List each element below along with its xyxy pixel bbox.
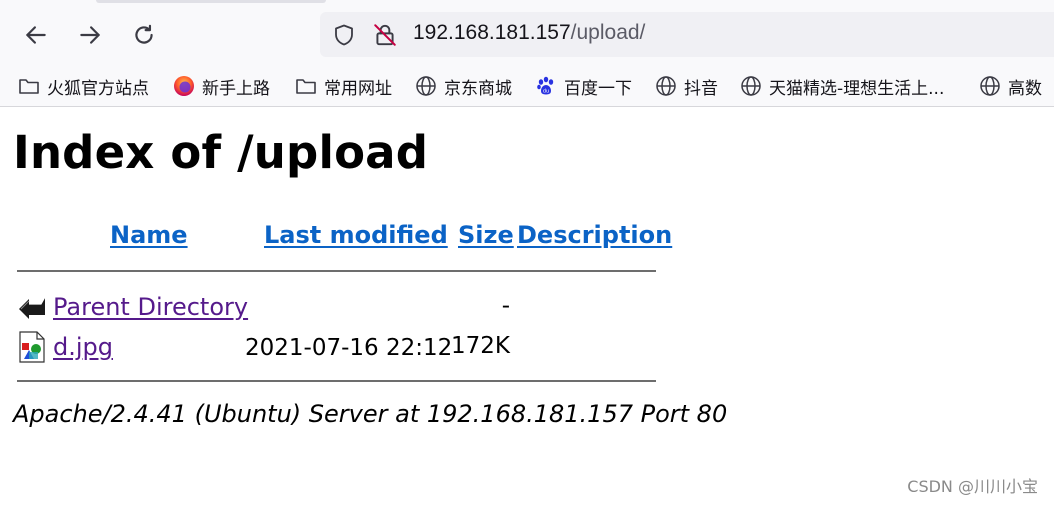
bookmark-tmall[interactable]: 天猫精选-理想生活上... xyxy=(740,72,944,100)
globe-icon xyxy=(979,75,1001,97)
baidu-paw-icon: du xyxy=(535,75,557,97)
firefox-icon xyxy=(173,75,195,97)
bookmark-douyin[interactable]: 抖音 xyxy=(655,72,718,100)
folder-icon xyxy=(295,75,317,97)
divider xyxy=(17,380,656,382)
bookmark-label: 京东商城 xyxy=(444,78,512,99)
bookmark-baidu[interactable]: du 百度一下 xyxy=(535,72,632,100)
globe-icon xyxy=(415,75,437,97)
insecure-lock-icon[interactable] xyxy=(372,22,398,52)
reload-button[interactable] xyxy=(127,18,161,52)
folder-icon xyxy=(18,75,40,97)
table-row: Parent Directory - xyxy=(0,290,700,324)
arrow-right-icon xyxy=(80,26,100,44)
column-header-size[interactable]: Size xyxy=(458,221,514,249)
bookmark-getting-started[interactable]: 新手上路 xyxy=(173,72,270,100)
divider xyxy=(17,270,656,272)
globe-icon xyxy=(655,75,677,97)
url-text[interactable]: 192.168.181.157/upload/ xyxy=(413,21,645,45)
bookmark-label: 抖音 xyxy=(684,78,718,99)
back-button[interactable] xyxy=(19,18,53,52)
column-header-description[interactable]: Description xyxy=(517,221,672,249)
bookmark-folder-firefox-official[interactable]: 火狐官方站点 xyxy=(18,72,149,100)
url-host: 192.168.181.157 xyxy=(413,21,571,44)
bookmarks-toolbar: 火狐官方站点 新手上路 常用网址 京东商城 du 百度一下 抖音 天猫精选-理想… xyxy=(0,68,1054,104)
tracking-protection-shield-icon[interactable] xyxy=(332,23,356,51)
size-cell: - xyxy=(501,293,510,319)
globe-icon xyxy=(740,75,762,97)
tab-strip-edge xyxy=(96,0,326,3)
bookmark-gaoshu[interactable]: 高数 xyxy=(979,72,1042,100)
column-header-last-modified[interactable]: Last modified xyxy=(264,221,448,249)
column-header-name[interactable]: Name xyxy=(110,221,188,249)
browser-toolbar: 192.168.181.157/upload/ 火狐官方站点 新手上路 常用网址… xyxy=(0,0,1054,107)
bookmark-jd[interactable]: 京东商城 xyxy=(415,72,512,100)
image-file-icon xyxy=(17,331,47,363)
bookmark-label: 火狐官方站点 xyxy=(47,78,149,99)
watermark: CSDN @川川小宝 xyxy=(907,477,1038,496)
directory-listing-page: Index of /upload Name Last modified Size… xyxy=(0,108,1054,506)
bookmark-label: 常用网址 xyxy=(324,78,392,99)
reload-icon xyxy=(135,24,153,44)
bookmark-label: 高数 xyxy=(1008,78,1042,99)
server-signature: Apache/2.4.41 (Ubuntu) Server at 192.168… xyxy=(13,400,728,428)
arrow-left-icon xyxy=(26,26,46,44)
address-bar[interactable]: 192.168.181.157/upload/ xyxy=(320,12,1054,57)
bookmark-label: 百度一下 xyxy=(564,78,632,99)
bookmark-label: 天猫精选-理想生活上... xyxy=(769,78,945,99)
parent-directory-link[interactable]: Parent Directory xyxy=(53,293,248,321)
bookmark-folder-common-sites[interactable]: 常用网址 xyxy=(295,72,392,100)
last-modified-cell: 2021-07-16 22:12 xyxy=(245,335,453,361)
url-path: /upload/ xyxy=(570,21,646,44)
svg-text:du: du xyxy=(543,88,549,94)
bookmark-label: 新手上路 xyxy=(202,78,270,99)
table-row: d.jpg 2021-07-16 22:12 172K xyxy=(0,330,700,364)
file-link-d-jpg[interactable]: d.jpg xyxy=(53,333,113,361)
size-cell: 172K xyxy=(451,333,510,359)
page-title: Index of /upload xyxy=(13,126,429,179)
back-arrow-icon xyxy=(17,291,47,323)
forward-button[interactable] xyxy=(73,18,107,52)
